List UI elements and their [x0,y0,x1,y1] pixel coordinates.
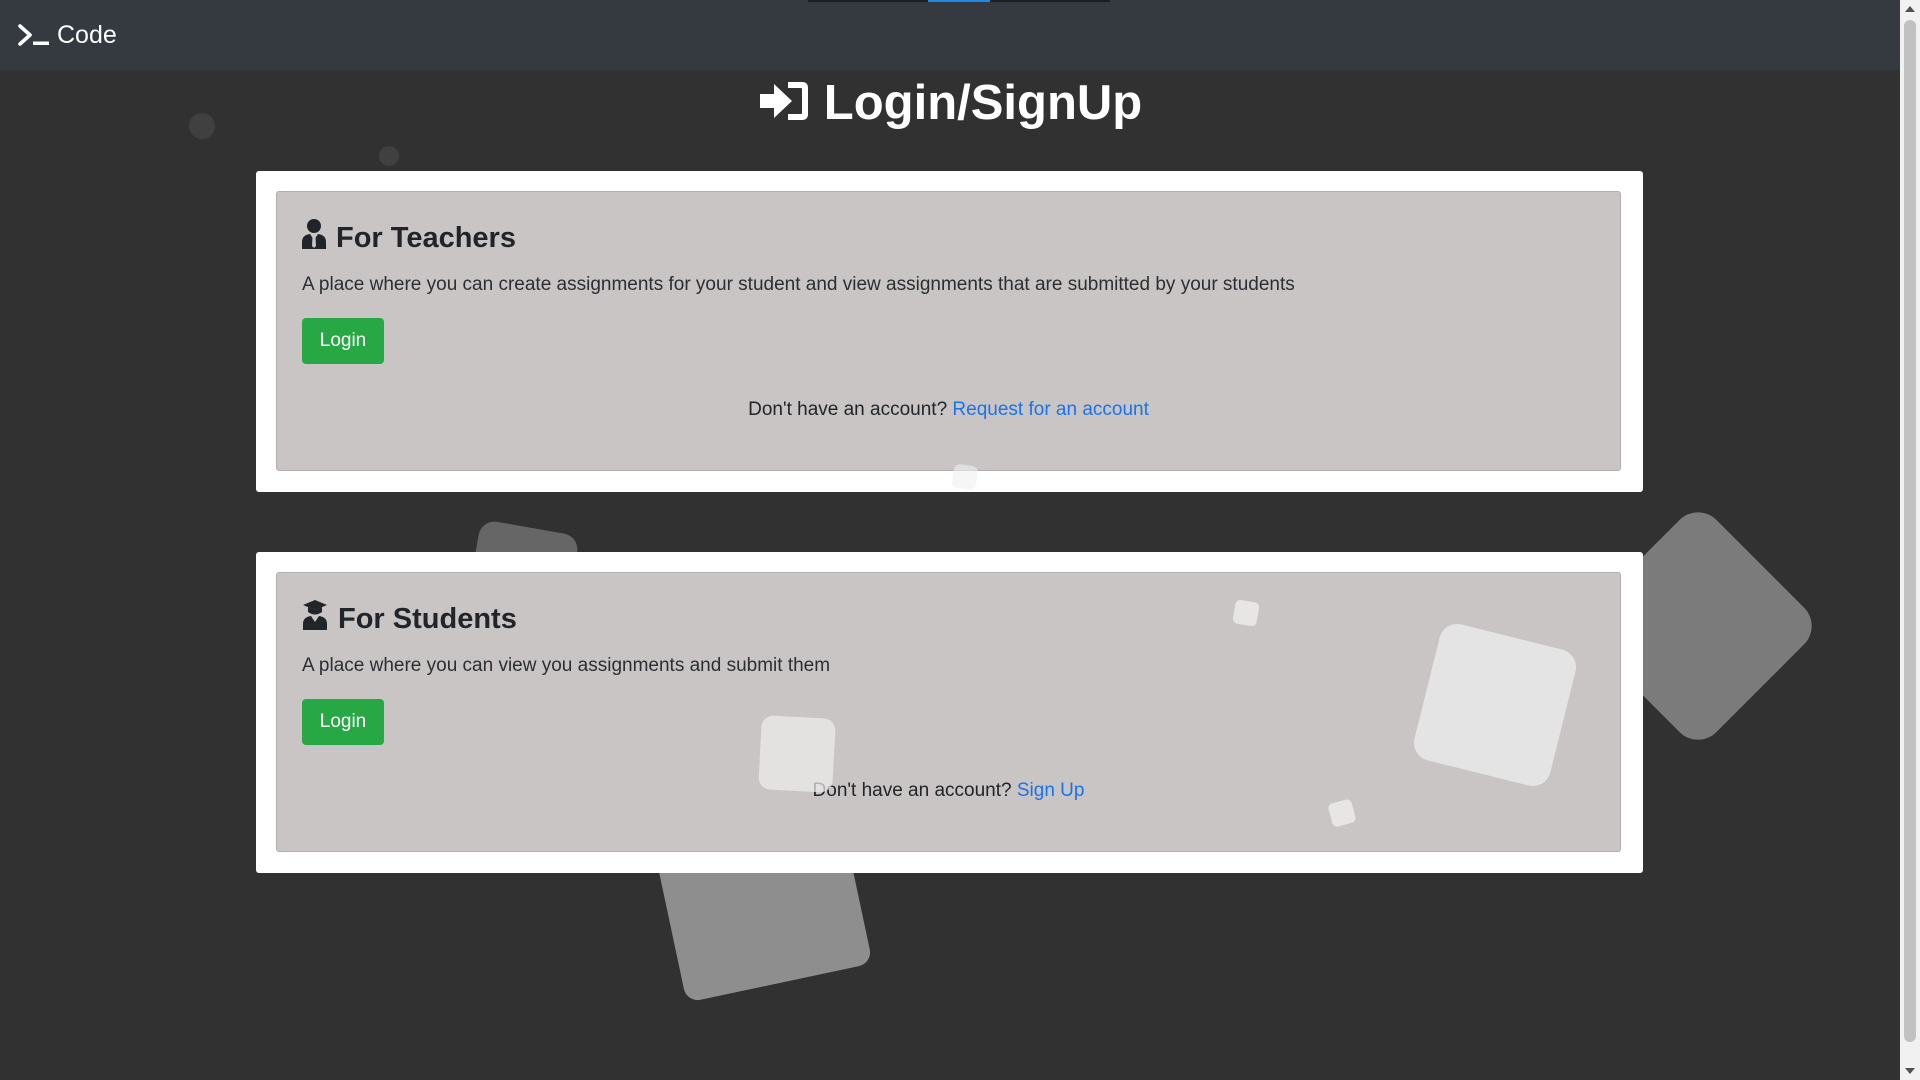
students-card: For Students A place where you can view … [256,552,1643,873]
students-description: A place where you can view you assignmen… [302,655,831,676]
brand-link[interactable]: Code [18,17,117,53]
terminal-icon [18,24,57,46]
scroll-thumb[interactable] [1904,20,1916,1042]
nav-indicator-active [928,0,990,2]
top-navbar: Code [0,0,1900,70]
teacher-icon [301,218,336,258]
background-dot [379,146,399,166]
teachers-title: For Teachers [301,218,516,258]
graduate-icon [301,599,338,639]
students-panel: For Students A place where you can view … [276,572,1621,852]
students-title: For Students [301,599,517,639]
request-account-link[interactable]: Request for an account [952,399,1148,420]
vertical-scrollbar[interactable] [1900,0,1920,1080]
teachers-account-prompt: Don't have an account? Request for an ac… [748,399,1149,420]
nav-indicator [990,0,1110,2]
sign-up-link[interactable]: Sign Up [1017,780,1085,801]
brand-name: Code [57,20,117,49]
page-heading: Login/SignUp [0,72,1900,134]
students-account-prompt: Don't have an account? Sign Up [812,780,1085,801]
student-login-button[interactable]: Login [302,699,384,745]
scroll-up-arrow-icon[interactable] [1905,6,1915,12]
sign-in-icon [758,79,824,128]
teachers-card: For Teachers A place where you can creat… [256,171,1643,492]
teachers-description: A place where you can create assignments… [302,274,1295,295]
nav-indicator [808,0,928,2]
teachers-panel: For Teachers A place where you can creat… [276,191,1621,471]
scroll-down-arrow-icon[interactable] [1905,1068,1915,1074]
page-title: Login/SignUp [823,76,1143,130]
teacher-login-button[interactable]: Login [302,318,384,364]
